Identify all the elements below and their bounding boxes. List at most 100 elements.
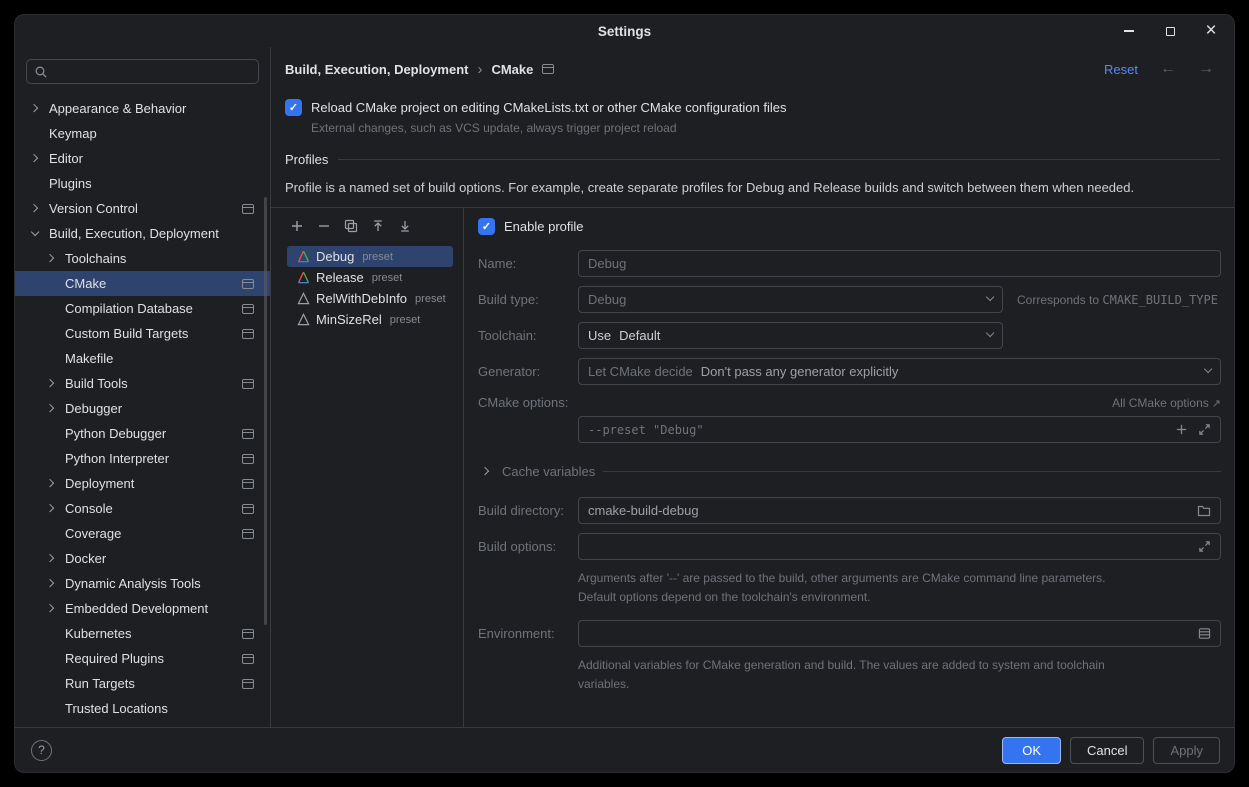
title-bar[interactable]: Settings: [15, 15, 1234, 47]
sidebar-item-plugins[interactable]: Plugins: [15, 171, 270, 196]
minimize-icon: [1124, 30, 1134, 32]
remove-profile-button[interactable]: [316, 218, 332, 234]
help-button[interactable]: [31, 740, 52, 761]
external-page-icon: [242, 479, 254, 489]
search-box[interactable]: [26, 59, 259, 84]
ok-button[interactable]: OK: [1002, 737, 1061, 764]
cache-variables-rule: [603, 471, 1221, 472]
maximize-button[interactable]: [1163, 24, 1177, 38]
chevron-spacer: [43, 651, 59, 667]
external-link-icon: [1212, 396, 1221, 410]
copy-profile-button[interactable]: [343, 218, 359, 234]
sidebar-item-run-targets[interactable]: Run Targets: [15, 671, 270, 696]
toolchain-select[interactable]: Use Default: [578, 322, 1003, 349]
chevron-right-icon[interactable]: [27, 201, 43, 217]
profile-name: Release: [316, 270, 364, 285]
chevron-right-icon[interactable]: [43, 251, 59, 267]
sidebar-item-custom-build-targets[interactable]: Custom Build Targets: [15, 321, 270, 346]
profile-item-relwithdebinfo[interactable]: RelWithDebInfopreset: [287, 288, 453, 309]
external-page-icon: [242, 204, 254, 214]
chevron-right-icon[interactable]: [43, 476, 59, 492]
variables-list-icon[interactable]: [1198, 627, 1211, 640]
move-up-icon: [371, 219, 385, 233]
sidebar-item-trusted-locations[interactable]: Trusted Locations: [15, 696, 270, 721]
sidebar-item-cmake[interactable]: CMake: [15, 271, 270, 296]
add-profile-button[interactable]: [289, 218, 305, 234]
chevron-right-icon[interactable]: [43, 401, 59, 417]
profiles-panel: Debugpreset Release preset RelWithDebInfopr…: [271, 208, 464, 727]
chevron-right-icon[interactable]: [43, 576, 59, 592]
sidebar-item-appearance-behavior[interactable]: Appearance & Behavior: [15, 96, 270, 121]
sidebar-item-deployment[interactable]: Deployment: [15, 471, 270, 496]
sidebar-item-dynamic-analysis-tools[interactable]: Dynamic Analysis Tools: [15, 571, 270, 596]
cmake-options-label: CMake options:: [478, 395, 578, 410]
sidebar-item-keymap[interactable]: Keymap: [15, 121, 270, 146]
sidebar-item-editor[interactable]: Editor: [15, 146, 270, 171]
move-down-button[interactable]: [397, 218, 413, 234]
chevron-right-icon[interactable]: [27, 151, 43, 167]
expand-icon[interactable]: [1198, 540, 1211, 553]
all-cmake-options-link[interactable]: All CMake options: [1112, 396, 1221, 410]
expand-icon[interactable]: [1198, 423, 1211, 436]
build-type-select[interactable]: Debug: [578, 286, 1003, 313]
chevron-right-icon[interactable]: [43, 601, 59, 617]
sidebar-item-kubernetes[interactable]: Kubernetes: [15, 621, 270, 646]
reload-cmake-checkbox[interactable]: [285, 99, 302, 116]
move-up-button[interactable]: [370, 218, 386, 234]
sidebar-item-console[interactable]: Console: [15, 496, 270, 521]
environment-hint-line: variables.: [578, 675, 1221, 694]
sidebar-item-toolchains[interactable]: Toolchains: [15, 246, 270, 271]
add-option-icon[interactable]: [1175, 423, 1188, 436]
name-field[interactable]: Debug: [578, 250, 1221, 277]
forward-arrow-icon[interactable]: [1198, 60, 1214, 78]
sidebar-item-compilation-database[interactable]: Compilation Database: [15, 296, 270, 321]
chevron-down-icon[interactable]: [27, 226, 43, 242]
sidebar-item-debugger[interactable]: Debugger: [15, 396, 270, 421]
back-arrow-icon[interactable]: [1160, 60, 1176, 78]
cache-variables-section[interactable]: Cache variables: [478, 463, 1221, 479]
sidebar-item-label: Deployment: [65, 476, 134, 491]
build-options-hint-line: Default options depend on the toolchain'…: [578, 588, 1221, 607]
profile-tag: preset: [372, 272, 403, 284]
chevron-right-icon[interactable]: [27, 101, 43, 117]
sidebar-item-coverage[interactable]: Coverage: [15, 521, 270, 546]
enable-profile-checkbox[interactable]: [478, 218, 495, 235]
sidebar-item-makefile[interactable]: Makefile: [15, 346, 270, 371]
breadcrumb-item-build-execution-deployment[interactable]: Build, Execution, Deployment: [285, 62, 468, 77]
sidebar-item-required-plugins[interactable]: Required Plugins: [15, 646, 270, 671]
search-input[interactable]: [54, 64, 251, 79]
profile-item-debug[interactable]: Debugpreset: [287, 246, 453, 267]
reset-link[interactable]: Reset: [1104, 62, 1138, 77]
sidebar-scrollbar[interactable]: [264, 197, 267, 625]
build-directory-field[interactable]: cmake-build-debug: [578, 497, 1221, 524]
profile-item-minsizerel[interactable]: MinSizeRelpreset: [287, 309, 453, 330]
sidebar-item-build-execution-deployment[interactable]: Build, Execution, Deployment: [15, 221, 270, 246]
apply-button[interactable]: Apply: [1153, 737, 1220, 764]
sidebar-item-label: Required Plugins: [65, 651, 164, 666]
chevron-down-icon: [986, 329, 995, 338]
chevron-spacer: [43, 701, 59, 717]
sidebar-item-embedded-development[interactable]: Embedded Development: [15, 596, 270, 621]
sidebar-item-label: Build, Execution, Deployment: [49, 226, 219, 241]
sidebar-item-label: Compilation Database: [65, 301, 193, 316]
profile-item-release[interactable]: Release preset: [287, 267, 453, 288]
sidebar-item-label: CMake: [65, 276, 106, 291]
chevron-right-icon[interactable]: [43, 551, 59, 567]
sidebar-item-build-tools[interactable]: Build Tools: [15, 371, 270, 396]
generator-select[interactable]: Let CMake decide Don't pass any generato…: [578, 358, 1221, 385]
sidebar-item-docker[interactable]: Docker: [15, 546, 270, 571]
cmake-options-field[interactable]: --preset "Debug": [578, 416, 1221, 443]
chevron-right-icon[interactable]: [43, 501, 59, 517]
cancel-button[interactable]: Cancel: [1070, 737, 1144, 764]
build-options-field[interactable]: [578, 533, 1221, 560]
chevron-right-icon[interactable]: [43, 376, 59, 392]
breadcrumb-item-cmake[interactable]: CMake: [491, 62, 533, 77]
minimize-button[interactable]: [1122, 24, 1136, 38]
maximize-icon: [1166, 27, 1175, 36]
sidebar-item-python-debugger[interactable]: Python Debugger: [15, 421, 270, 446]
folder-icon[interactable]: [1197, 504, 1211, 517]
close-button[interactable]: [1204, 24, 1218, 38]
environment-field[interactable]: [578, 620, 1221, 647]
sidebar-item-python-interpreter[interactable]: Python Interpreter: [15, 446, 270, 471]
sidebar-item-version-control[interactable]: Version Control: [15, 196, 270, 221]
